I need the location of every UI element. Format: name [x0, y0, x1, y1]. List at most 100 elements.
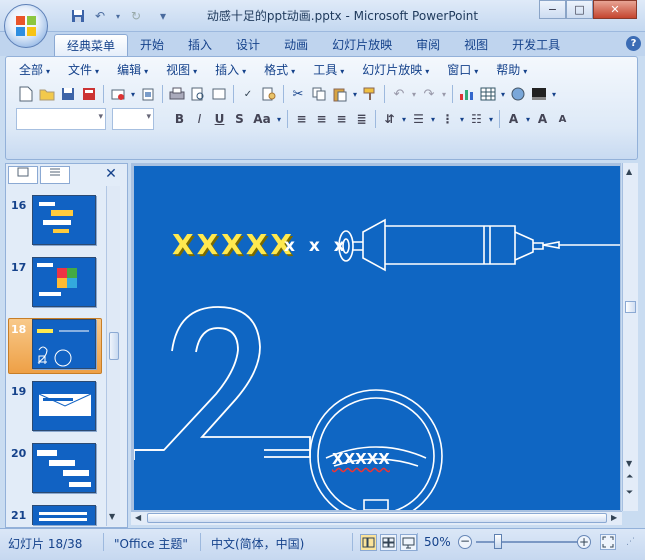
slide-horizontal-scrollbar[interactable]: ◀ ▶ [131, 511, 622, 525]
font-color-icon[interactable]: A [504, 110, 523, 129]
spelling-icon[interactable]: ✓ [238, 84, 258, 104]
menu-tools[interactable]: 工具 ▾ [304, 60, 353, 80]
email-dropdown-icon[interactable]: ▾ [129, 84, 137, 104]
underline-icon[interactable]: U [210, 110, 229, 129]
slide-thumbnail[interactable] [32, 257, 96, 307]
direction-dropdown-icon[interactable]: ▾ [400, 109, 408, 129]
redo-icon[interactable]: ↷ [419, 84, 439, 104]
open-folder-icon[interactable] [37, 84, 57, 104]
save-icon[interactable] [58, 84, 78, 104]
zoom-slider-track[interactable] [476, 541, 578, 543]
resize-grip-icon[interactable]: ⋰ [626, 537, 640, 551]
new-document-icon[interactable] [16, 84, 36, 104]
color-dropdown-icon[interactable]: ▾ [550, 84, 558, 104]
zoom-out-icon[interactable]: − [458, 535, 472, 549]
menu-file[interactable]: 文件 ▾ [59, 60, 108, 80]
font-color-dropdown-icon[interactable]: ▾ [524, 109, 532, 129]
change-case-icon[interactable]: Aa [250, 110, 274, 129]
zoom-level[interactable]: 50% [424, 535, 451, 549]
print-preview-icon[interactable] [188, 84, 208, 104]
print-icon[interactable] [167, 84, 187, 104]
slide-thumbnail[interactable] [32, 443, 96, 493]
email-icon[interactable] [108, 84, 128, 104]
bold-icon[interactable]: B [170, 110, 189, 129]
tab-design[interactable]: 设计 [224, 34, 272, 56]
case-dropdown-icon[interactable]: ▾ [275, 109, 283, 129]
zoom-in-icon[interactable]: + [577, 535, 591, 549]
bullets-icon[interactable]: ☷ [467, 110, 486, 129]
menu-edit[interactable]: 编辑 ▾ [108, 60, 157, 80]
tab-slideshow[interactable]: 幻灯片放映 [320, 34, 404, 56]
menu-all[interactable]: 全部 ▾ [10, 60, 59, 80]
slide-thumbnail[interactable] [32, 505, 96, 525]
shrink-font-icon[interactable]: A [553, 110, 572, 129]
tab-insert[interactable]: 插入 [176, 34, 224, 56]
next-slide-icon[interactable]: ⏷ [626, 489, 633, 498]
paste-icon[interactable] [330, 84, 350, 104]
color-grayscale-icon[interactable] [529, 84, 549, 104]
help-icon[interactable]: ? [626, 36, 641, 51]
justify-icon[interactable]: ≣ [352, 110, 371, 129]
office-button[interactable] [4, 4, 48, 48]
grow-font-icon[interactable]: A [533, 110, 552, 129]
paste-dropdown-icon[interactable]: ▾ [351, 84, 359, 104]
qat-customize-icon[interactable]: ▾ [158, 8, 168, 24]
numbering-dropdown-icon[interactable]: ▾ [458, 109, 466, 129]
menu-insert[interactable]: 插入 ▾ [206, 60, 255, 80]
slides-pane-scrollbar[interactable]: ▼ [106, 186, 120, 526]
slide-thumbnail-selected[interactable] [32, 319, 96, 369]
spacing-dropdown-icon[interactable]: ▾ [429, 109, 437, 129]
italic-icon[interactable]: I [190, 110, 209, 129]
undo-dropdown-icon[interactable]: ▾ [410, 84, 418, 104]
tab-view[interactable]: 视图 [452, 34, 500, 56]
slide-sorter-icon[interactable] [380, 534, 397, 551]
save-icon[interactable] [70, 8, 86, 24]
wheel-label[interactable]: XXXXX [332, 450, 390, 468]
numbering-icon[interactable]: ⋮ [438, 110, 457, 129]
minimize-button[interactable]: − [539, 0, 566, 19]
outline-tab[interactable] [40, 166, 70, 184]
close-button[interactable]: ✕ [593, 0, 637, 19]
horizontal-scroll-thumb[interactable] [147, 513, 607, 523]
tab-developer[interactable]: 开发工具 [500, 34, 572, 56]
menu-help[interactable]: 帮助 ▾ [487, 60, 536, 80]
menu-format[interactable]: 格式 ▾ [255, 60, 304, 80]
slides-pane-scroll-thumb[interactable] [109, 332, 119, 360]
undo-icon[interactable]: ↶ [389, 84, 409, 104]
font-size-combo[interactable] [112, 108, 154, 130]
line-spacing-icon[interactable]: ☰ [409, 110, 428, 129]
scroll-up-icon[interactable]: ▲ [626, 167, 632, 176]
zoom-slider-thumb[interactable] [494, 534, 502, 549]
format-painter-icon[interactable] [360, 84, 380, 104]
clip-art-icon[interactable] [508, 84, 528, 104]
undo-icon[interactable]: ↶ [92, 8, 108, 24]
shadow-icon[interactable]: S [230, 110, 249, 129]
maximize-button[interactable]: □ [566, 0, 593, 19]
copy-icon[interactable] [309, 84, 329, 104]
align-left-icon[interactable]: ≡ [292, 110, 311, 129]
publish-icon[interactable] [138, 84, 158, 104]
tab-review[interactable]: 审阅 [404, 34, 452, 56]
font-name-combo[interactable] [16, 108, 106, 130]
insert-table-icon[interactable] [478, 84, 498, 104]
slideshow-view-icon[interactable] [400, 534, 417, 551]
research-icon[interactable] [259, 84, 279, 104]
previous-slide-icon[interactable]: ⏶ [626, 473, 633, 482]
redo-dropdown-icon[interactable]: ▾ [440, 84, 448, 104]
scroll-down-icon[interactable]: ▼ [626, 459, 632, 468]
cut-icon[interactable]: ✂ [288, 84, 308, 104]
syringe-label[interactable]: x x x [284, 236, 349, 256]
language-indicator[interactable]: 中文(简体，中国) [211, 535, 304, 552]
redo-icon[interactable]: ↻ [128, 8, 144, 24]
scroll-right-icon[interactable]: ▶ [611, 513, 617, 522]
table-dropdown-icon[interactable]: ▾ [499, 84, 507, 104]
align-right-icon[interactable]: ≡ [332, 110, 351, 129]
slide-thumbnail[interactable] [32, 195, 96, 245]
permission-icon[interactable] [79, 84, 99, 104]
undo-dropdown-icon[interactable]: ▾ [114, 8, 122, 24]
tab-classic-menu[interactable]: 经典菜单 [54, 34, 129, 56]
scroll-down-icon[interactable]: ▼ [109, 512, 115, 521]
align-center-icon[interactable]: ≡ [312, 110, 331, 129]
text-direction-icon[interactable]: ⇵ [380, 110, 399, 129]
pane-close-icon[interactable]: ✕ [103, 166, 119, 184]
